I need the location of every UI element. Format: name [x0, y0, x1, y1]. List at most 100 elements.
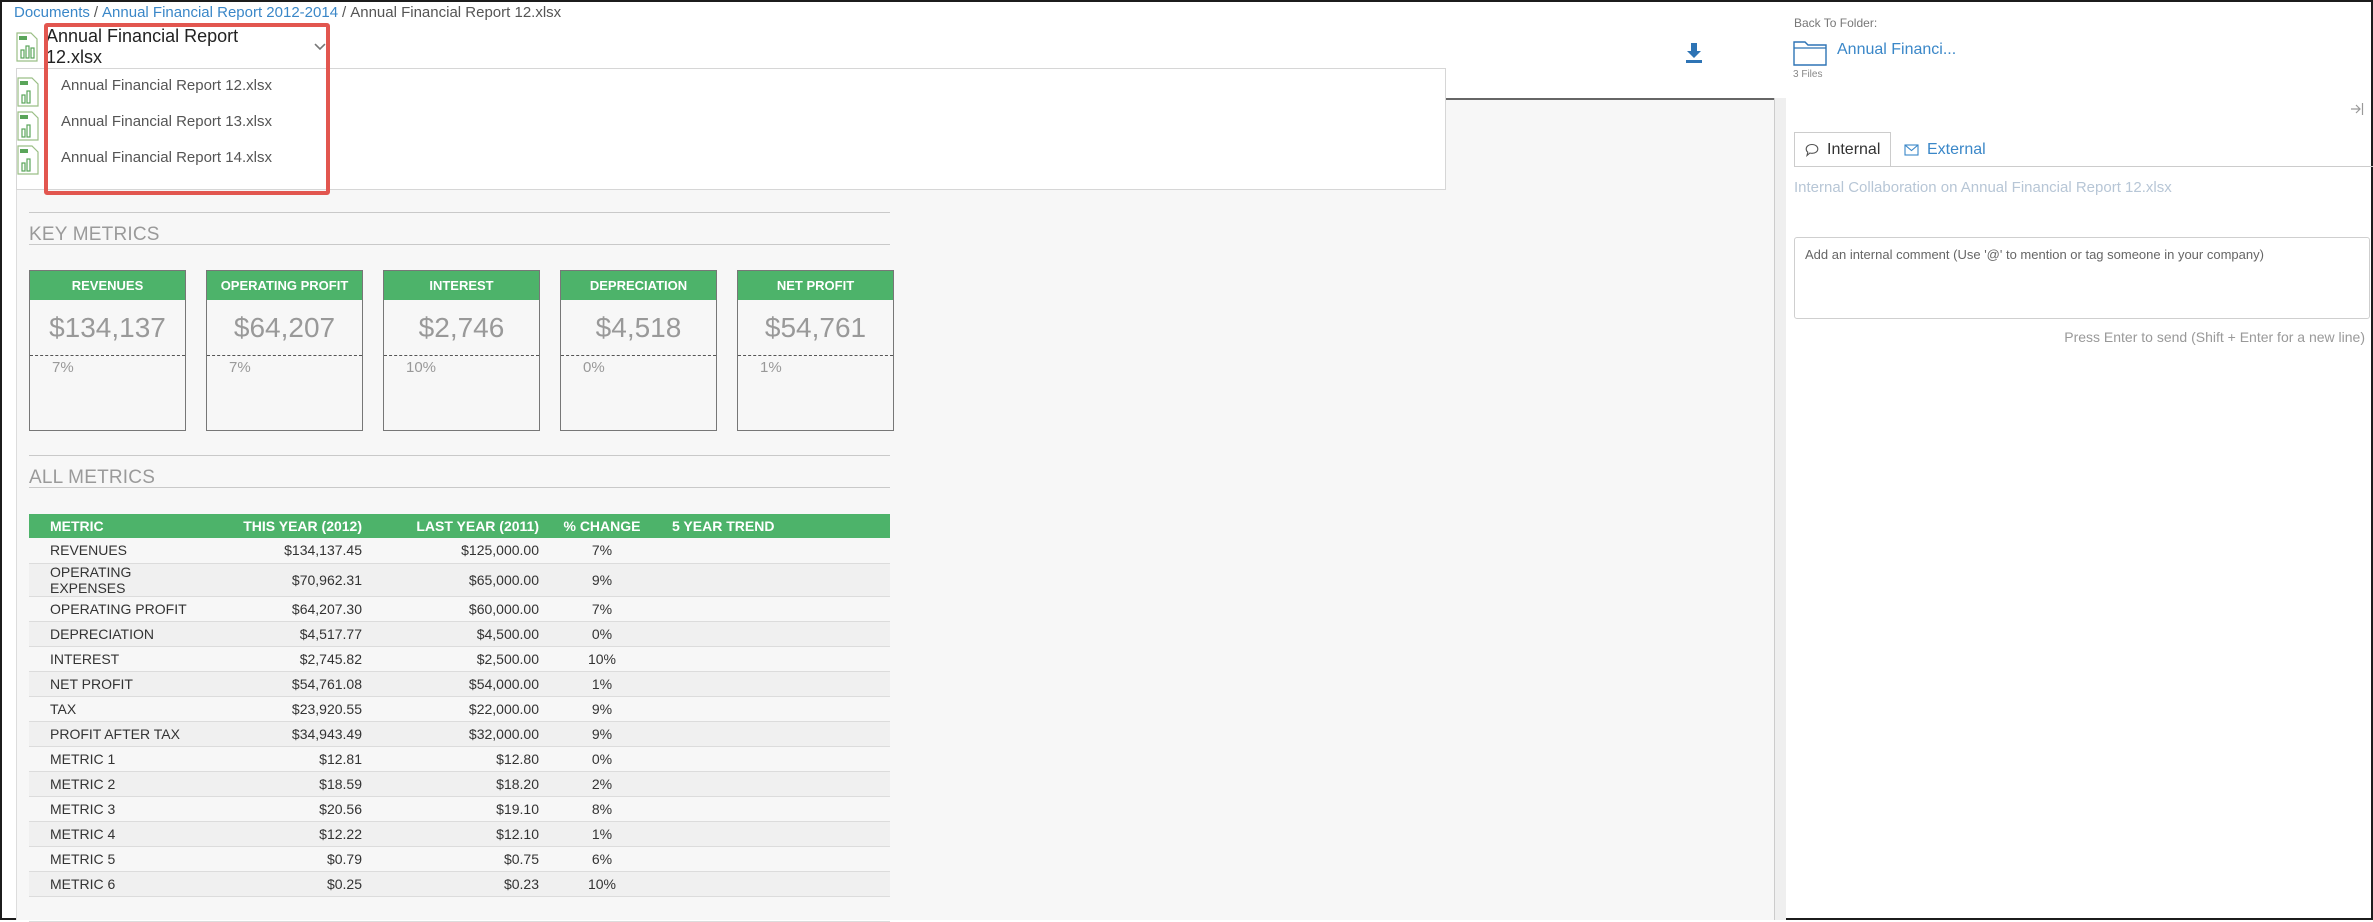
- cell-change: 10%: [539, 646, 665, 672]
- cell-this-year: $2,745.82: [199, 646, 362, 672]
- cell-this-year: $23,920.55: [199, 696, 362, 722]
- metric-card-value: $54,761: [738, 300, 893, 356]
- cell-metric: REVENUES: [29, 538, 199, 564]
- metric-card-revenues: REVENUES $134,137 7%: [29, 270, 186, 431]
- column-header: % CHANGE: [539, 514, 665, 538]
- tab-external-label: External: [1927, 140, 1986, 158]
- folder-link[interactable]: Annual Financi...: [1837, 41, 1956, 59]
- cell-this-year: $70,962.31: [199, 563, 362, 597]
- key-metrics-title: KEY METRICS: [29, 224, 160, 245]
- table-row: INTEREST $2,745.82 $2,500.00 10%: [29, 646, 890, 672]
- collapse-panel-icon[interactable]: [2350, 102, 2364, 116]
- cell-change: 7%: [539, 538, 665, 564]
- table-row: OPERATING EXPENSES $70,962.31 $65,000.00 9%: [29, 563, 890, 597]
- cell-last-year: $32,000.00: [362, 721, 539, 747]
- cell-empty: [362, 896, 539, 922]
- metric-card-label: NET PROFIT: [738, 271, 893, 300]
- metric-card-change: 10%: [406, 359, 437, 376]
- cell-change: 1%: [539, 821, 665, 847]
- cell-trend: [665, 671, 890, 697]
- metric-card-net-profit: NET PROFIT $54,761 1%: [737, 270, 894, 431]
- metric-card-label: INTEREST: [384, 271, 539, 300]
- table-row: METRIC 2 $18.59 $18.20 2%: [29, 771, 890, 797]
- file-xlsx-icon: [17, 77, 39, 107]
- column-header: LAST YEAR (2011): [362, 514, 539, 538]
- table-row: METRIC 5 $0.79 $0.75 6%: [29, 846, 890, 872]
- cell-metric: METRIC 2: [29, 771, 199, 797]
- folder-file-count: 3 Files: [1793, 69, 1823, 80]
- table-row: NET PROFIT $54,761.08 $54,000.00 1%: [29, 671, 890, 697]
- tabs-underline: [1794, 166, 2373, 167]
- breadcrumb-folder[interactable]: Annual Financial Report 2012-2014: [102, 4, 338, 21]
- divider: [29, 212, 890, 213]
- cell-last-year: $18.20: [362, 771, 539, 797]
- cell-this-year: $54,761.08: [199, 671, 362, 697]
- cell-this-year: $4,517.77: [199, 621, 362, 647]
- table-row-empty: [29, 896, 890, 922]
- cell-this-year: $20.56: [199, 796, 362, 822]
- cell-metric: METRIC 3: [29, 796, 199, 822]
- table-row: METRIC 4 $12.22 $12.10 1%: [29, 821, 890, 847]
- cell-last-year: $19.10: [362, 796, 539, 822]
- metric-card-value: $64,207: [207, 300, 362, 356]
- cell-empty: [539, 896, 665, 922]
- download-icon[interactable]: [1684, 42, 1704, 64]
- cell-change: 0%: [539, 746, 665, 772]
- cell-this-year: $0.25: [199, 871, 362, 897]
- breadcrumb-documents[interactable]: Documents: [14, 4, 90, 21]
- cell-metric: OPERATING PROFIT: [29, 596, 199, 622]
- cell-trend: [665, 721, 890, 747]
- table-header-row: METRIC THIS YEAR (2012) LAST YEAR (2011)…: [29, 514, 890, 538]
- cell-empty: [199, 896, 362, 922]
- table-row: OPERATING PROFIT $64,207.30 $60,000.00 7%: [29, 596, 890, 622]
- cell-metric: DEPRECIATION: [29, 621, 199, 647]
- cell-this-year: $12.22: [199, 821, 362, 847]
- cell-trend: [665, 696, 890, 722]
- cell-this-year: $18.59: [199, 771, 362, 797]
- cell-change: 2%: [539, 771, 665, 797]
- breadcrumb: Documents / Annual Financial Report 2012-2…: [14, 4, 562, 21]
- cell-trend: [665, 646, 890, 672]
- tab-external[interactable]: External: [1894, 132, 1996, 167]
- highlight-box: [44, 23, 330, 195]
- folder-icon[interactable]: [1793, 38, 1827, 66]
- file-xlsx-icon: [17, 111, 39, 141]
- metric-card-depreciation: DEPRECIATION $4,518 0%: [560, 270, 717, 431]
- cell-last-year: $125,000.00: [362, 538, 539, 564]
- cell-trend: [665, 846, 890, 872]
- cell-trend: [665, 871, 890, 897]
- cell-last-year: $54,000.00: [362, 671, 539, 697]
- send-hint: Press Enter to send (Shift + Enter for a…: [2064, 329, 2365, 345]
- tab-internal[interactable]: Internal: [1794, 132, 1892, 167]
- cell-last-year: $2,500.00: [362, 646, 539, 672]
- divider: [29, 455, 890, 456]
- table-row: METRIC 1 $12.81 $12.80 0%: [29, 746, 890, 772]
- table-row: TAX $23,920.55 $22,000.00 9%: [29, 696, 890, 722]
- collaboration-title: Internal Collaboration on Annual Financi…: [1794, 179, 2172, 196]
- all-metrics-table: METRIC THIS YEAR (2012) LAST YEAR (2011)…: [29, 514, 890, 922]
- cell-change: 1%: [539, 671, 665, 697]
- cell-metric: METRIC 6: [29, 871, 199, 897]
- cell-this-year: $12.81: [199, 746, 362, 772]
- cell-metric: INTEREST: [29, 646, 199, 672]
- metric-card-change: 0%: [583, 359, 605, 376]
- cell-metric: PROFIT AFTER TAX: [29, 721, 199, 747]
- cell-trend: [665, 746, 890, 772]
- metric-card-value: $4,518: [561, 300, 716, 356]
- cell-trend: [665, 538, 890, 564]
- divider: [29, 244, 890, 245]
- panel-divider[interactable]: [1774, 98, 1786, 920]
- cell-change: 6%: [539, 846, 665, 872]
- cell-trend: [665, 596, 890, 622]
- divider: [29, 487, 890, 488]
- metric-card-label: DEPRECIATION: [561, 271, 716, 300]
- cell-last-year: $12.80: [362, 746, 539, 772]
- cell-this-year: $134,137.45: [199, 538, 362, 564]
- breadcrumb-current: Annual Financial Report 12.xlsx: [350, 4, 562, 21]
- table-row: PROFIT AFTER TAX $34,943.49 $32,000.00 9%: [29, 721, 890, 747]
- table-body: REVENUES $134,137.45 $125,000.00 7% OPERATIN…: [29, 538, 890, 922]
- internal-comment-input[interactable]: Add an internal comment (Use '@' to ment…: [1794, 237, 2370, 319]
- column-header: 5 YEAR TREND: [665, 514, 890, 538]
- cell-trend: [665, 621, 890, 647]
- table-row: REVENUES $134,137.45 $125,000.00 7%: [29, 538, 890, 564]
